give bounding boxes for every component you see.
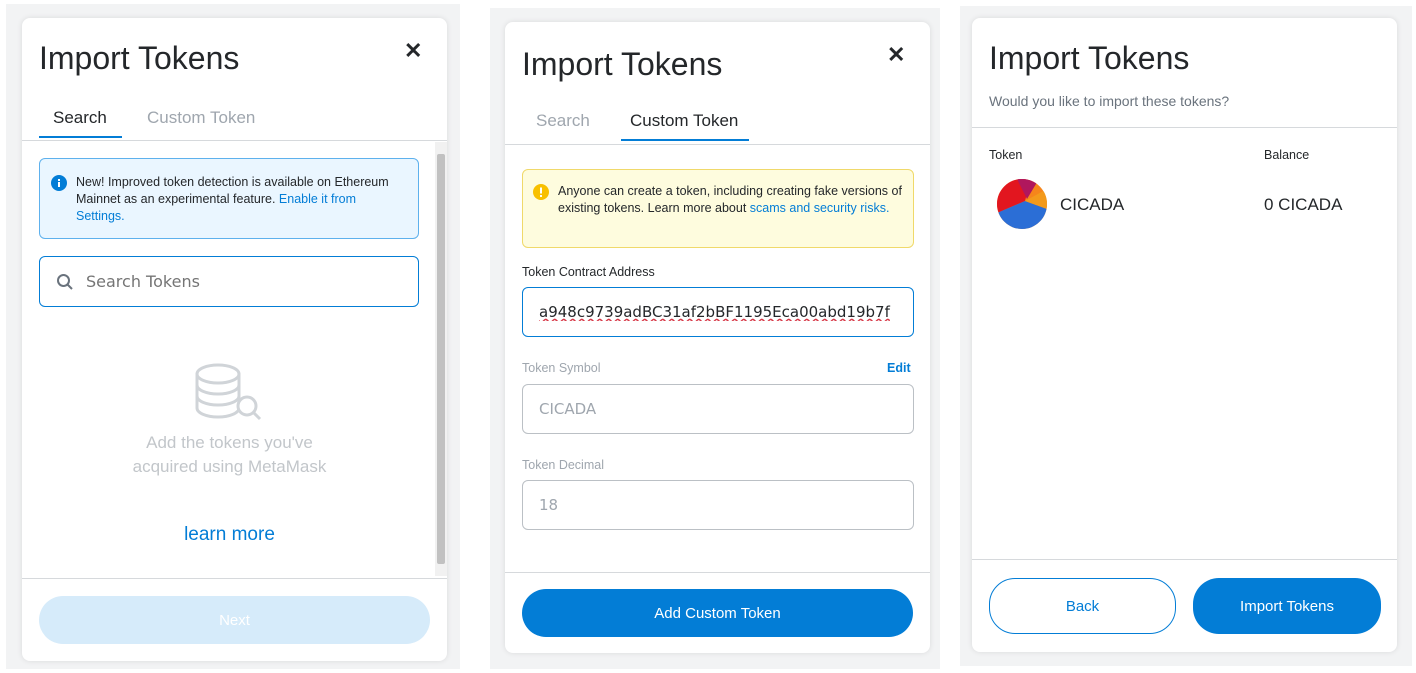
contract-address-field[interactable] [522,287,914,337]
cicada-token-icon [997,179,1047,229]
token-decimal-label: Token Decimal [522,458,604,472]
page-title: Import Tokens [989,40,1190,76]
empty-state-text: Add the tokens you've acquired using Met… [132,433,327,476]
search-icon [57,274,73,290]
page-title: Import Tokens [522,46,723,82]
next-button[interactable]: Next [39,596,430,644]
close-icon[interactable]: ✕ [404,40,422,62]
header-divider [972,127,1397,128]
search-field[interactable] [39,256,419,307]
learn-more-link[interactable]: learn more [22,524,437,546]
token-decimal-field[interactable] [522,480,914,530]
balance-column-header: Balance [1264,148,1310,162]
detection-info-banner: New! Improved token detection is availab… [39,158,419,239]
close-icon[interactable]: ✕ [887,44,905,66]
contract-address-input[interactable] [523,288,913,336]
symbol-edit-link[interactable]: Edit [887,361,911,375]
add-custom-token-button[interactable]: Add Custom Token [522,589,913,637]
token-stack-icon [195,363,262,421]
tab-search[interactable]: Search [53,108,107,128]
page-title: Import Tokens [39,40,240,76]
confirm-subtitle: Would you like to import these tokens? [989,93,1230,109]
import-tokens-button[interactable]: Import Tokens [1193,578,1381,634]
import-tokens-custom-panel: Import Tokens ✕ Search Custom Token Anyo… [505,22,930,653]
contract-address-label: Token Contract Address [522,265,655,279]
active-tab-indicator [621,139,749,141]
token-symbol-field[interactable] [522,384,914,434]
scam-warning-banner: Anyone can create a token, including cre… [522,169,914,248]
token-decimal-input[interactable] [523,481,913,529]
import-tokens-confirm-panel: Import Tokens Would you like to import t… [972,18,1397,652]
footer-divider [505,572,930,573]
scams-link[interactable]: scams and security risks. [750,201,890,215]
tabs-divider [22,140,447,141]
search-input[interactable] [40,257,418,306]
token-symbol-input[interactable] [523,385,913,433]
scrollbar-track[interactable] [435,142,447,576]
scrollbar-thumb[interactable] [437,154,445,564]
info-icon [51,175,67,191]
token-symbol-label: Token Symbol [522,361,601,375]
warning-icon [533,184,549,200]
tab-custom-token[interactable]: Custom Token [630,111,738,131]
tabs-divider [505,144,930,145]
footer-divider [22,578,447,579]
footer-divider [972,559,1397,560]
token-name: CICADA [1060,195,1125,214]
back-button[interactable]: Back [989,578,1176,634]
token-balance: 0 CICADA [1264,195,1343,214]
tab-custom-token[interactable]: Custom Token [147,108,255,128]
tab-search[interactable]: Search [536,111,590,131]
import-tokens-search-panel: Import Tokens ✕ Search Custom Token New!… [22,18,447,661]
token-column-header: Token [989,148,1023,162]
active-tab-indicator [39,136,122,138]
